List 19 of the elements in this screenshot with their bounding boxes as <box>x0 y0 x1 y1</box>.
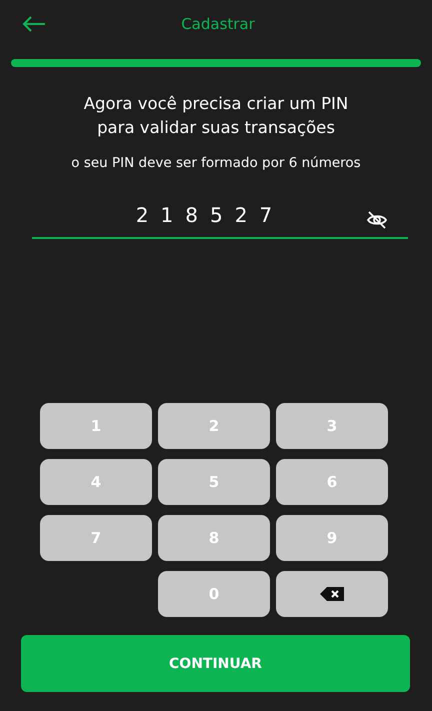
key-button[interactable]: 9 <box>276 515 388 561</box>
key-button[interactable]: 6 <box>276 459 388 505</box>
eye-off-icon[interactable] <box>366 210 388 230</box>
backspace-key[interactable] <box>276 571 388 617</box>
key-button[interactable]: 0 <box>158 571 270 617</box>
hint-text: o seu PIN deve ser formado por 6 números <box>70 155 362 171</box>
key-button[interactable]: 5 <box>158 459 270 505</box>
continue-button[interactable]: CONTINUAR <box>21 635 410 692</box>
screen-title: Cadastrar <box>180 15 256 33</box>
back-arrow-icon <box>22 16 46 32</box>
key-button[interactable]: 1 <box>40 403 152 449</box>
key-button[interactable]: 7 <box>40 515 152 561</box>
key-button[interactable]: 2 <box>158 403 270 449</box>
key-button[interactable]: 8 <box>158 515 270 561</box>
heading-text: Agora você precisa criar um PIN para validar suas transações <box>82 93 350 139</box>
pin-field[interactable]: 218527 <box>32 193 408 239</box>
key-button[interactable]: 3 <box>276 403 388 449</box>
key-button[interactable]: 4 <box>40 459 152 505</box>
backspace-icon <box>319 586 345 602</box>
